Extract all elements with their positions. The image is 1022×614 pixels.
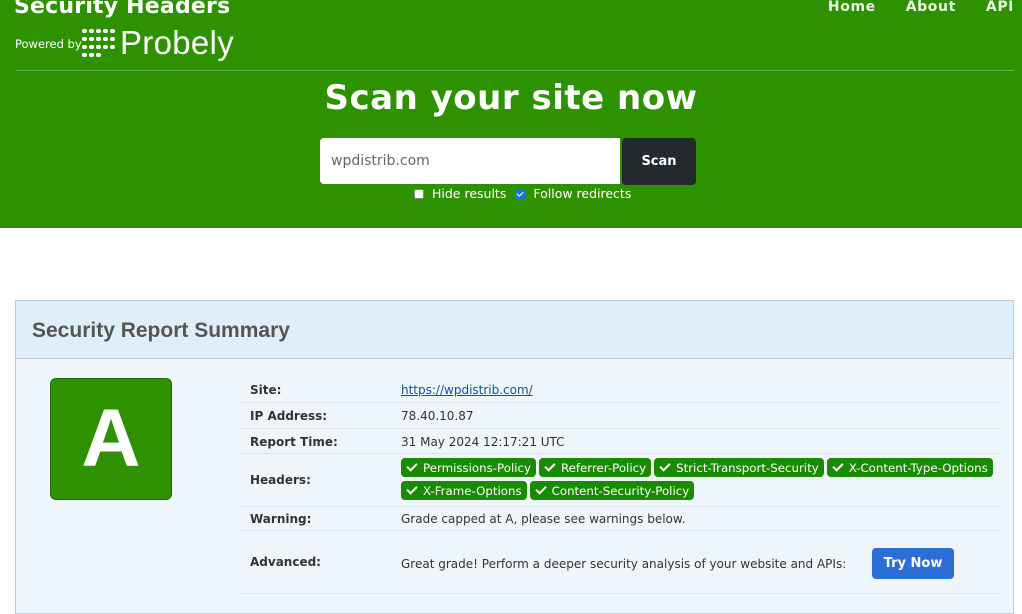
scan-options: Hide results Follow redirects <box>414 186 631 201</box>
report-row-headers: Headers: Permissions-Policy Referrer-Pol… <box>240 454 1000 507</box>
hide-results-label: Hide results <box>432 186 507 201</box>
report-table: Site: https://wpdistrib.com/ IP Address:… <box>240 377 1000 594</box>
check-icon <box>534 483 547 495</box>
follow-redirects-label: Follow redirects <box>533 186 632 201</box>
report-time-value: 31 May 2024 12:17:21 UTC <box>401 435 565 449</box>
powered-by-label: Powered by <box>15 37 82 51</box>
header-tag[interactable]: Strict-Transport-Security <box>654 458 824 477</box>
report-row-ip: IP Address: 78.40.10.87 <box>240 403 1000 429</box>
report-row-advanced: Advanced: Great grade! Perform a deeper … <box>240 531 1000 594</box>
report-row-site: Site: https://wpdistrib.com/ <box>240 377 1000 403</box>
report-row-time: Report Time: 31 May 2024 12:17:21 UTC <box>240 429 1000 454</box>
hide-results-option[interactable]: Hide results <box>414 186 506 201</box>
report-row-warning: Warning: Grade capped at A, please see w… <box>240 507 1000 531</box>
hero-banner: Security Headers Powered by Probely Home… <box>0 0 1022 228</box>
warning-value: Grade capped at A, please see warnings b… <box>401 512 686 526</box>
advanced-value: Great grade! Perform a deeper security a… <box>401 557 847 571</box>
check-icon <box>406 483 418 495</box>
hero-headline: Scan your site now <box>324 78 698 118</box>
nav-home-link[interactable]: Home <box>828 0 876 15</box>
hide-results-checkbox[interactable] <box>414 188 424 199</box>
grade-badge: A <box>50 378 172 500</box>
hero-divider <box>16 70 1014 71</box>
probely-logo[interactable]: Probely <box>82 26 234 59</box>
site-label: Site: <box>250 383 282 397</box>
follow-redirects-checkbox[interactable] <box>515 188 526 199</box>
ip-label: IP Address: <box>250 409 328 423</box>
report-time-label: Report Time: <box>250 435 338 449</box>
nav-about-link[interactable]: About <box>906 0 956 15</box>
check-icon <box>832 460 844 472</box>
try-now-button[interactable]: Try Now <box>872 548 954 579</box>
top-nav: Home About API <box>828 0 1014 15</box>
probely-logo-text: Probely <box>120 24 234 61</box>
header-tag[interactable]: Permissions-Policy <box>401 458 536 477</box>
header-tag[interactable]: Referrer-Policy <box>538 458 652 477</box>
probely-logo-icon <box>82 28 118 57</box>
nav-api-link[interactable]: API <box>986 0 1014 15</box>
header-tag[interactable]: X-Content-Type-Options <box>826 458 993 477</box>
headers-label: Headers: <box>250 473 311 487</box>
ip-value: 78.40.10.87 <box>401 409 474 423</box>
report-title: Security Report Summary <box>32 319 290 342</box>
scan-url-input[interactable] <box>320 138 620 184</box>
check-icon <box>406 460 418 472</box>
header-tags: Permissions-Policy Referrer-Policy Stric… <box>401 458 1001 500</box>
header-tag[interactable]: Content-Security-Policy <box>529 481 695 500</box>
security-report-panel: Security Report Summary A Site: https://… <box>15 300 1014 614</box>
follow-redirects-option[interactable]: Follow redirects <box>515 186 631 201</box>
scan-button[interactable]: Scan <box>622 138 696 185</box>
header-tag[interactable]: X-Frame-Options <box>401 481 527 500</box>
warning-label: Warning: <box>250 512 312 526</box>
check-icon <box>544 460 556 472</box>
report-panel-header: Security Report Summary <box>16 301 1013 359</box>
check-icon <box>659 460 671 472</box>
site-title[interactable]: Security Headers <box>14 0 230 19</box>
advanced-label: Advanced: <box>250 555 321 569</box>
site-link[interactable]: https://wpdistrib.com/ <box>401 383 533 397</box>
